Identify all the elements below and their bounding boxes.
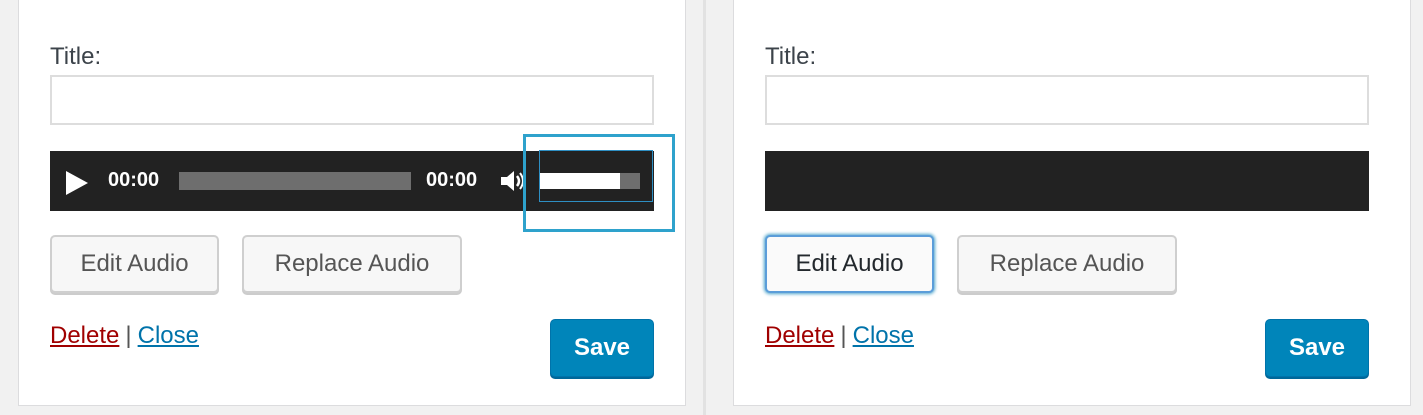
progress-rail[interactable] [179, 172, 411, 190]
title-label: Title: [50, 43, 102, 70]
save-button[interactable]: Save [550, 319, 654, 377]
close-link[interactable]: Close [138, 322, 199, 349]
title-label: Title: [765, 43, 817, 70]
title-input[interactable] [765, 75, 1369, 125]
play-icon[interactable] [66, 171, 88, 195]
panel-divider [703, 0, 706, 415]
speaker-icon[interactable] [499, 168, 525, 194]
speaker-icon-graphic [501, 171, 524, 191]
title-input[interactable] [50, 75, 654, 125]
action-links: Delete | Close [765, 321, 914, 351]
save-button[interactable]: Save [1265, 319, 1369, 377]
link-separator: | [125, 322, 132, 349]
replace-audio-button[interactable]: Replace Audio [242, 235, 462, 293]
volume-highlight-box [523, 134, 675, 232]
current-time: 00:00 [108, 169, 160, 191]
link-separator: | [840, 322, 847, 349]
delete-link[interactable]: Delete [50, 322, 119, 349]
delete-link[interactable]: Delete [765, 322, 834, 349]
audio-player-collapsed [765, 151, 1369, 211]
close-link[interactable]: Close [853, 322, 914, 349]
action-links: Delete | Close [50, 321, 199, 351]
edit-audio-button[interactable]: Edit Audio [765, 235, 934, 293]
duration-time: 00:00 [426, 169, 478, 191]
edit-audio-button[interactable]: Edit Audio [50, 235, 219, 293]
replace-audio-button[interactable]: Replace Audio [957, 235, 1177, 293]
